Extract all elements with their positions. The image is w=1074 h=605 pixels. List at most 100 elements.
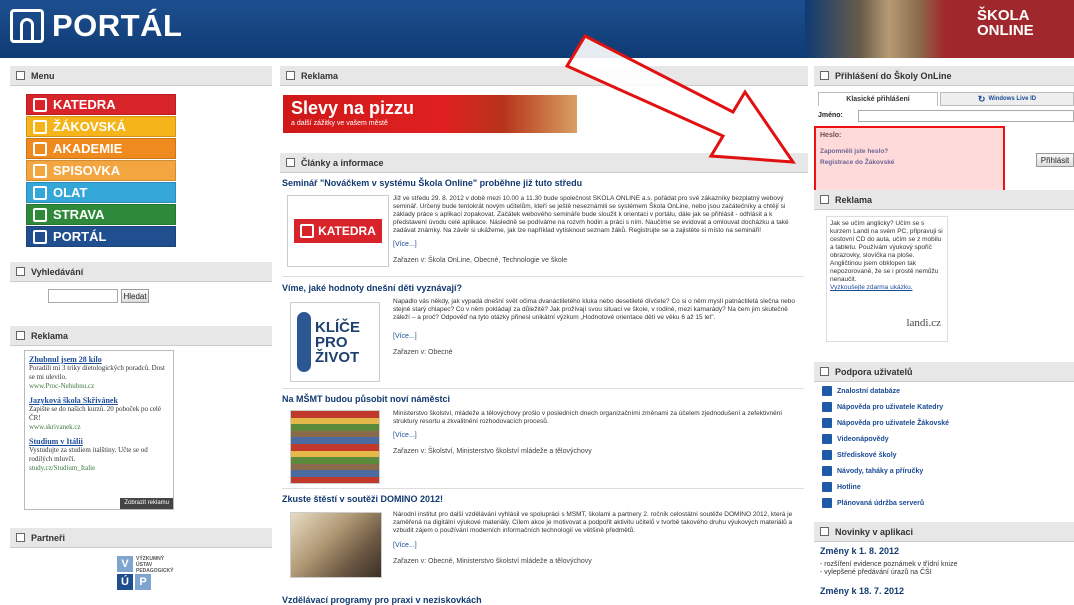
- support-item-1[interactable]: Nápověda pro uživatele Katedry: [822, 402, 943, 412]
- box-icon: [820, 367, 829, 376]
- box-icon: [286, 158, 295, 167]
- menu-item-label: AKADEMIE: [53, 141, 123, 156]
- left-ad-link[interactable]: Zhubnul jsem 28 kilo: [29, 355, 169, 364]
- article-title-2[interactable]: Víme, jaké hodnoty dnešní děti vyznávají…: [282, 283, 802, 293]
- support-item-6[interactable]: Hotline: [822, 482, 861, 492]
- menu-item-5[interactable]: STRAVA: [26, 204, 176, 225]
- article-title-1[interactable]: Seminář "Nováčkem v systému Škola Online…: [282, 178, 802, 188]
- menu-item-1[interactable]: ŽÁKOVSKÁ: [26, 116, 176, 137]
- left-ad-link[interactable]: Jazyková škola Skřivánek: [29, 396, 169, 405]
- left-ad-item[interactable]: Studium v Itálii Vystudujte za studiem it…: [29, 437, 169, 473]
- news-date-1[interactable]: Změny k 1. 8. 2012: [820, 546, 899, 556]
- left-ad-url[interactable]: www.Proc-Nehubnu.cz: [29, 382, 169, 391]
- klice-line3: ŽIVOT: [315, 348, 360, 366]
- menu-list: KATEDRA ŽÁKOVSKÁ AKADEMIE SPISOVKA OLAT STRAV…: [10, 94, 272, 247]
- article-title-3[interactable]: Na MŠMT budou působit noví náměstci: [282, 394, 802, 404]
- article-title-5[interactable]: Vzdělávací programy pro praxi v neziskov…: [282, 595, 802, 605]
- article-more-1[interactable]: [Více...]: [393, 241, 417, 248]
- articles-title: Články a informace: [301, 157, 384, 168]
- tab-windows-live-label: Windows Live ID: [988, 96, 1037, 102]
- support-item-label: Znalostní databáze: [837, 387, 901, 395]
- support-item-icon: [822, 434, 832, 444]
- vup-name: VÝZKUMNÝ ÚSTAV PEDAGOGICKÝ: [136, 556, 174, 574]
- menu-item-3[interactable]: SPISOVKA: [26, 160, 176, 181]
- support-item-label: Nápověda pro uživatele Žákovské: [837, 419, 950, 427]
- box-icon: [16, 267, 25, 276]
- article-meta-3: Zařazen v: Školství, Ministerstvo školst…: [393, 448, 592, 455]
- vup-letter-p: P: [135, 574, 151, 590]
- middle-ad-title: Reklama: [301, 70, 339, 81]
- article-text-2: Napadlo vás někdy, jak vypadá dnešní svě…: [393, 298, 796, 321]
- box-icon: [16, 533, 25, 542]
- pizza-banner[interactable]: Slevy na pizzu a další zážitky ve vašem …: [283, 95, 577, 133]
- search-box: Vyhledávání: [10, 262, 272, 282]
- portal-logo[interactable]: PORTÁL: [10, 8, 182, 44]
- search-input[interactable]: [48, 289, 118, 303]
- arrow-shape: [564, 34, 797, 164]
- tab-classic-login[interactable]: Klasické přihlášení: [818, 92, 938, 106]
- article-text-3: Ministerstvo školství, mládeže a tělovýc…: [393, 410, 783, 425]
- menu-item-label: OLAT: [53, 185, 88, 200]
- menu-item-0[interactable]: KATEDRA: [26, 94, 176, 115]
- support-item-5[interactable]: Návody, taháky a příručky: [822, 466, 923, 476]
- support-item-icon: [822, 466, 832, 476]
- support-item-label: Plánovaná údržba serverů: [837, 499, 925, 507]
- support-item-label: Videonápovědy: [837, 435, 889, 443]
- left-ad-text: Zapište se do našich kurzů. 20 poboček p…: [29, 405, 161, 422]
- login-box: Přihlášení do Školy OnLine: [814, 66, 1074, 86]
- article-more-4[interactable]: [Více...]: [393, 542, 417, 549]
- menu-title: Menu: [31, 70, 55, 81]
- menu-item-2[interactable]: AKADEMIE: [26, 138, 176, 159]
- landi-text: Jak se učím anglicky? Učím se s kurzem L…: [830, 220, 943, 283]
- menu-item-icon: [33, 229, 47, 244]
- search-button[interactable]: Hledat: [121, 289, 149, 303]
- vup-letter-v: V: [117, 556, 133, 572]
- news-date-2[interactable]: Změny k 18. 7. 2012: [820, 586, 904, 596]
- menu-item-label: SPISOVKA: [53, 163, 121, 178]
- support-item-label: Návody, taháky a příručky: [837, 467, 924, 475]
- left-ad-item[interactable]: Zhubnul jsem 28 kilo Poradili mi 3 triky …: [29, 355, 169, 391]
- support-item-3[interactable]: Videonápovědy: [822, 434, 889, 444]
- pizza-subline: a další zážitky ve vašem městě: [291, 120, 388, 127]
- support-item-7[interactable]: Plánovaná údržba serverů: [822, 498, 924, 508]
- katedra-badge: KATEDRA: [294, 219, 382, 243]
- support-item-0[interactable]: Znalostní databáze: [822, 386, 900, 396]
- tab-windows-live[interactable]: ↻ Windows Live ID: [940, 92, 1074, 106]
- left-ad-url[interactable]: www.skrivanek.cz: [29, 423, 169, 432]
- pizza-headline: Slevy na pizzu: [291, 98, 415, 118]
- skola-online-logo[interactable]: ŠKOLA ONLINE: [977, 8, 1034, 38]
- box-icon: [820, 71, 829, 80]
- menu-item-label: PORTÁL: [53, 229, 107, 244]
- article-more-3[interactable]: [Více...]: [393, 432, 417, 439]
- menu-item-6[interactable]: PORTÁL: [26, 226, 176, 247]
- menu-item-4[interactable]: OLAT: [26, 182, 176, 203]
- article-meta-2: Zařazen v: Obecné: [393, 349, 453, 356]
- article-image-katedra: KATEDRA: [287, 195, 389, 267]
- article-image-books: [290, 410, 380, 484]
- name-input[interactable]: [858, 110, 1074, 122]
- support-item-4[interactable]: Střediskové školy: [822, 450, 897, 460]
- landi-ad[interactable]: Jak se učím anglicky? Učím se s kurzem L…: [826, 216, 948, 342]
- ads-footer[interactable]: Zobrazit reklamu: [120, 498, 173, 509]
- support-item-2[interactable]: Nápověda pro uživatele Žákovské: [822, 418, 949, 428]
- logo-text: PORTÁL: [52, 8, 183, 43]
- left-ad-item[interactable]: Jazyková škola Skřivánek Zapište se do na…: [29, 396, 169, 432]
- menu-item-label: ŽÁKOVSKÁ: [53, 119, 126, 134]
- menu-item-icon: [33, 119, 47, 134]
- right-ad-box: Reklama: [814, 190, 1074, 210]
- support-item-icon: [822, 450, 832, 460]
- klice-pro-zivot-logo: KLÍČE PRO ŽIVOT: [315, 320, 360, 365]
- article-more-2[interactable]: [Více...]: [393, 333, 417, 340]
- portal-logo-icon: [10, 9, 44, 43]
- login-button[interactable]: Přihlásit: [1036, 153, 1074, 167]
- left-ad-text: Vystudujte za studiem italštiny. Učte se…: [29, 446, 148, 463]
- article-title-4[interactable]: Zkuste štěstí v soutěži DOMINO 2012!: [282, 494, 802, 504]
- menu-item-icon: [33, 207, 47, 222]
- landi-link[interactable]: Vyzkoušejte zdarma ukázku.: [830, 284, 944, 292]
- menu-item-label: STRAVA: [53, 207, 105, 222]
- left-ad-link[interactable]: Studium v Itálii: [29, 437, 169, 446]
- left-column: Menu KATEDRA ŽÁKOVSKÁ AKADEMIE SPISOVKA OLAT…: [10, 66, 272, 248]
- katedra-icon: [300, 224, 315, 238]
- left-ad-url[interactable]: study.cz/Studium_Italie: [29, 464, 169, 473]
- news-title: Novinky v aplikaci: [835, 526, 914, 537]
